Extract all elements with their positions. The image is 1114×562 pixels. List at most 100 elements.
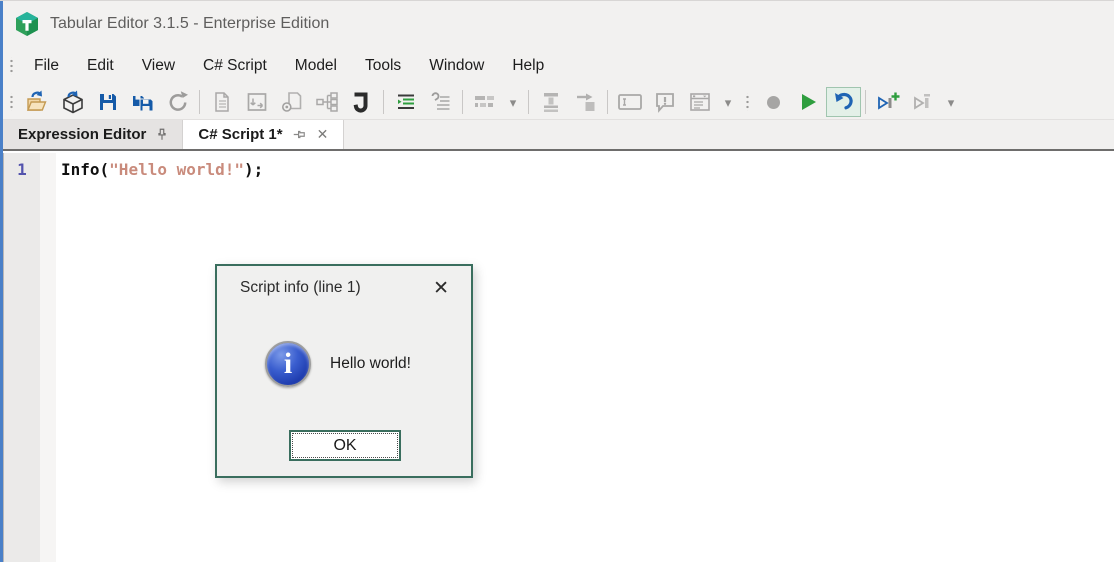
refresh-button[interactable]	[160, 87, 195, 117]
open-model-button[interactable]	[55, 87, 90, 117]
tab-expression-editor[interactable]: Expression Editor	[3, 120, 184, 149]
menu-bar: File Edit View C# Script Model Tools Win…	[3, 47, 1114, 85]
save-all-button[interactable]	[125, 87, 160, 117]
menu-model[interactable]: Model	[281, 50, 351, 82]
run-script-button[interactable]	[905, 87, 940, 117]
window-list-icon	[688, 90, 712, 114]
chevron-down-icon: ▾	[509, 94, 517, 110]
save-icon	[97, 91, 119, 113]
window-preferences-icon	[245, 90, 269, 114]
format-reindent-icon	[429, 91, 453, 113]
hierarchy-icon	[315, 90, 339, 114]
record-icon	[767, 95, 780, 109]
document-link-icon	[280, 90, 304, 114]
code-function-token: Info(	[61, 160, 110, 179]
ok-button-label: OK	[333, 436, 357, 454]
chevron-down-icon: ▾	[724, 94, 732, 110]
format-indent-icon	[394, 91, 418, 113]
code-string-token: "Hello world!"	[109, 160, 245, 179]
menu-edit[interactable]: Edit	[73, 50, 128, 82]
record-button[interactable]	[756, 87, 791, 117]
menu-tools[interactable]: Tools	[351, 50, 415, 82]
window-list-dropdown-button[interactable]: ▾	[717, 87, 739, 117]
window-accent-border	[0, 1, 3, 562]
undo-icon	[832, 90, 856, 114]
line-number-gutter: 1	[4, 153, 40, 562]
toolbar-separator	[865, 90, 866, 114]
comment-warning-icon	[653, 90, 677, 114]
textbox-icon	[617, 91, 643, 113]
tab-csharp-script-1[interactable]: C# Script 1* ✕	[183, 120, 345, 149]
dialog-title: Script info (line 1)	[240, 279, 361, 296]
code-close-token: );	[244, 160, 264, 179]
main-toolbar: ▾ ▾ ▾	[3, 85, 1114, 119]
csharp-script-icon	[351, 90, 373, 114]
tab-csharp-script-1-label: C# Script 1*	[198, 126, 283, 143]
format-reindent-button[interactable]	[423, 87, 458, 117]
toolbar-grip-handle[interactable]	[9, 93, 14, 111]
document-tab-strip: Expression Editor C# Script 1* ✕	[3, 119, 1114, 151]
goto-box-button[interactable]	[568, 87, 603, 117]
code-editor: 1 Info("Hello world!");	[3, 153, 1114, 562]
hierarchy-button[interactable]	[309, 87, 344, 117]
open-model-icon	[61, 90, 85, 114]
play-button[interactable]	[791, 87, 826, 117]
open-file-button[interactable]	[20, 87, 55, 117]
app-window: Tabular Editor 3.1.5 - Enterprise Editio…	[0, 0, 1114, 562]
toolbar-separator	[462, 90, 463, 114]
refresh-icon	[166, 90, 190, 114]
play-icon	[801, 94, 816, 110]
textbox-button[interactable]	[612, 87, 647, 117]
chevron-down-icon: ▾	[947, 94, 955, 110]
menu-window[interactable]: Window	[415, 50, 498, 82]
menu-help[interactable]: Help	[498, 50, 558, 82]
column-width-icon	[539, 90, 563, 114]
info-icon: i	[265, 341, 311, 387]
script-info-dialog: Script info (line 1) ✕ i Hello world! OK	[215, 264, 473, 478]
toolbar-separator	[528, 90, 529, 114]
line-number: 1	[17, 160, 27, 179]
goto-box-icon	[574, 90, 598, 114]
tab-close-icon[interactable]: ✕	[315, 126, 331, 143]
new-csharp-script-button[interactable]	[344, 87, 379, 117]
window-title: Tabular Editor 3.1.5 - Enterprise Editio…	[50, 15, 330, 32]
toolbar-separator	[383, 90, 384, 114]
layout-blocks-button[interactable]	[467, 87, 502, 117]
dialog-body: i Hello world!	[265, 341, 471, 387]
save-all-icon	[131, 90, 155, 114]
new-document-icon	[211, 91, 233, 113]
column-width-button[interactable]	[533, 87, 568, 117]
toolbar-grip-handle-2[interactable]	[745, 93, 750, 111]
run-script-icon	[910, 90, 936, 114]
run-script-new-button[interactable]	[870, 87, 905, 117]
title-bar: Tabular Editor 3.1.5 - Enterprise Editio…	[3, 1, 1114, 47]
window-list-button[interactable]	[682, 87, 717, 117]
dialog-message: Hello world!	[330, 355, 411, 372]
menu-view[interactable]: View	[128, 50, 189, 82]
toolbar-separator	[199, 90, 200, 114]
menu-file[interactable]: File	[20, 50, 73, 82]
pin-unpinned-icon[interactable]	[291, 128, 306, 142]
save-button[interactable]	[90, 87, 125, 117]
tab-expression-editor-label: Expression Editor	[18, 126, 147, 143]
ok-button[interactable]: OK	[289, 430, 401, 461]
dialog-title-bar: Script info (line 1) ✕	[217, 266, 471, 310]
undo-button[interactable]	[826, 87, 861, 117]
run-script-dropdown-button[interactable]: ▾	[940, 87, 962, 117]
layout-dropdown-button[interactable]: ▾	[502, 87, 524, 117]
dialog-close-icon[interactable]: ✕	[427, 277, 455, 300]
menu-csharp-script[interactable]: C# Script	[189, 50, 281, 82]
comment-warning-button[interactable]	[647, 87, 682, 117]
format-indent-button[interactable]	[388, 87, 423, 117]
selection-margin	[40, 153, 56, 562]
menubar-grip-handle[interactable]	[9, 57, 14, 75]
pin-icon[interactable]	[155, 127, 169, 142]
app-icon	[14, 11, 40, 37]
new-document-button[interactable]	[204, 87, 239, 117]
open-file-icon	[25, 90, 50, 114]
document-link-button[interactable]	[274, 87, 309, 117]
window-preferences-button[interactable]	[239, 87, 274, 117]
run-script-new-icon	[875, 90, 901, 114]
toolbar-separator	[607, 90, 608, 114]
layout-blocks-icon	[472, 91, 498, 113]
